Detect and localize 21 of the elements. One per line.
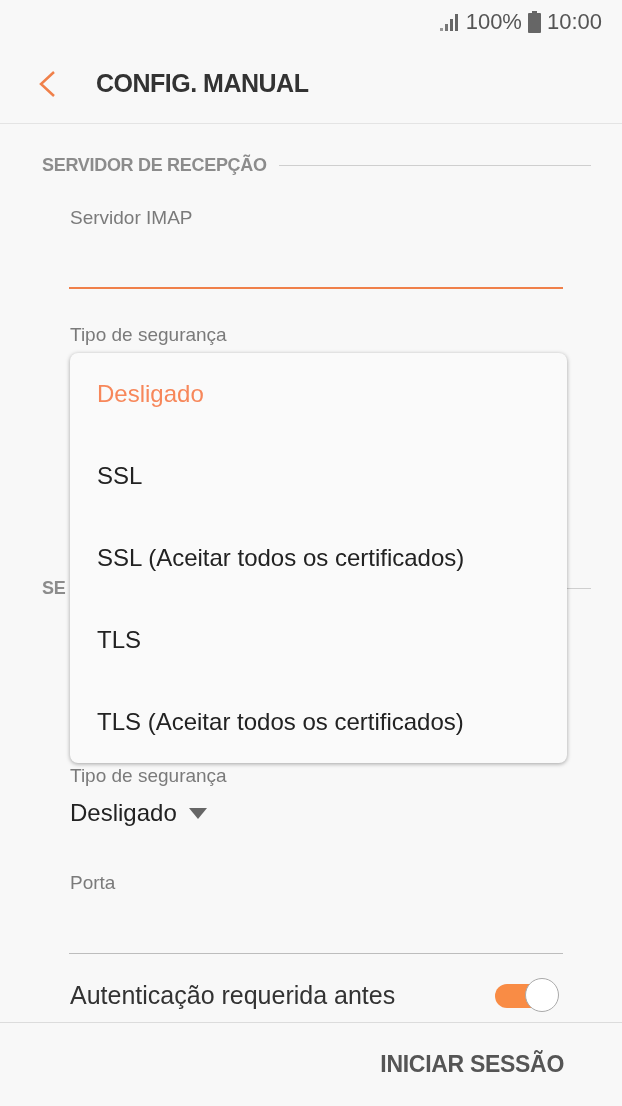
field-label: Tipo de segurança bbox=[70, 765, 228, 787]
menu-option[interactable]: SSL (Aceitar todos os certificados) bbox=[70, 517, 567, 599]
security-dropdown[interactable]: Desligado bbox=[70, 799, 207, 827]
screen-title: CONFIG. MANUAL bbox=[96, 69, 309, 98]
menu-option[interactable]: SSL bbox=[70, 435, 567, 517]
menu-option[interactable]: TLS bbox=[70, 599, 567, 681]
battery-icon bbox=[527, 11, 541, 33]
section-header: SE bbox=[42, 577, 66, 599]
section-header: SERVIDOR DE RECEPÇÃO bbox=[42, 154, 267, 176]
menu-option[interactable]: TLS (Aceitar todos os certificados) bbox=[70, 681, 567, 763]
signal-icon bbox=[439, 13, 460, 31]
field-label: Servidor IMAP bbox=[70, 207, 194, 229]
battery-percent: 100% bbox=[465, 9, 522, 35]
toggle-switch[interactable] bbox=[495, 976, 559, 1014]
setting-label: Autenticação requerida antes bbox=[70, 980, 396, 1010]
clock: 10:00 bbox=[546, 9, 602, 35]
field-label: Porta bbox=[70, 872, 117, 894]
login-button[interactable]: INICIAR SESSÃO bbox=[380, 1047, 564, 1082]
back-icon[interactable] bbox=[38, 69, 56, 98]
caret-icon bbox=[188, 807, 207, 819]
field-label: Tipo de segurança bbox=[70, 324, 228, 346]
